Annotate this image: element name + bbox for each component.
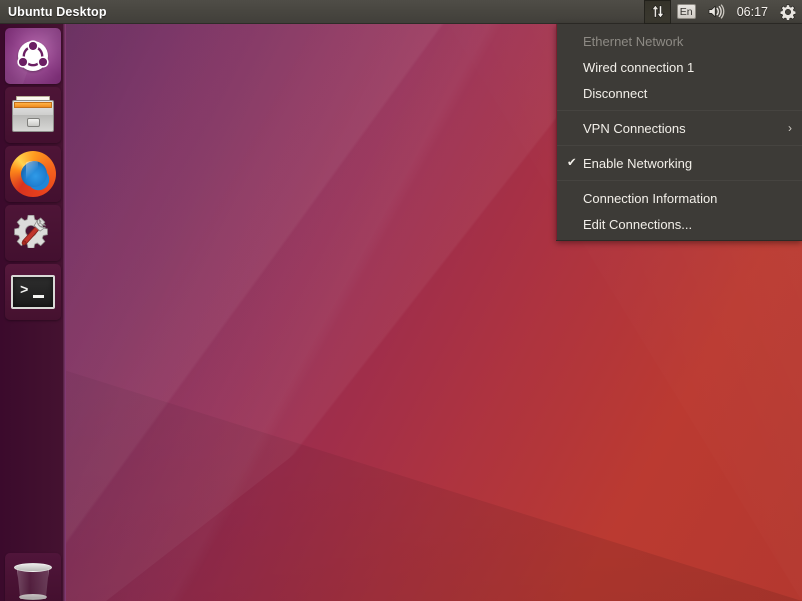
menu-separator <box>557 110 802 111</box>
wastebasket-icon <box>5 553 61 601</box>
terminal-cursor <box>33 295 44 298</box>
gear-cog-icon <box>780 4 796 20</box>
menu-item-label: Disconnect <box>583 85 648 101</box>
volume-indicator-button[interactable] <box>702 0 731 24</box>
menu-item-enable-networking[interactable]: Enable Networking <box>557 150 802 176</box>
settings-wrench <box>21 219 47 246</box>
menu-item-label: Enable Networking <box>583 155 693 171</box>
chevron-right-icon: › <box>788 121 792 135</box>
volume-speaker-icon <box>708 4 725 19</box>
session-indicator-button[interactable] <box>774 0 802 24</box>
clock-label: 06:17 <box>736 4 768 19</box>
menu-item-connection-information[interactable]: Connection Information <box>557 185 802 211</box>
menu-item-label: Edit Connections... <box>583 216 693 232</box>
ubuntu-circle-of-friends <box>18 41 48 71</box>
ubuntu-dot-top <box>29 42 37 50</box>
menu-section-ethernet-network: Ethernet Network <box>557 28 802 54</box>
keyboard-layout-label: En <box>676 4 696 19</box>
file-cabinet-icon <box>5 87 61 143</box>
menu-item-label: Ethernet Network <box>583 33 684 49</box>
menu-separator <box>557 180 802 181</box>
sidebar-item-files[interactable] <box>5 87 61 143</box>
sidebar-item-ubuntu-dash[interactable] <box>5 28 61 84</box>
menu-item-label: VPN Connections <box>583 120 686 136</box>
sidebar-item-terminal[interactable]: > <box>5 264 61 320</box>
cabinet-orange-band <box>14 102 52 108</box>
menu-item-disconnect[interactable]: Disconnect <box>557 80 802 106</box>
ubuntu-dot-right <box>39 58 47 66</box>
network-indicator-button[interactable] <box>643 0 671 24</box>
ubuntu-dot-left <box>19 58 27 66</box>
menu-item-wired-connection-1[interactable]: Wired connection 1 <box>557 54 802 80</box>
sidebar-item-trash[interactable] <box>5 553 61 601</box>
page-title: Ubuntu Desktop <box>8 4 107 19</box>
network-wired-updown-icon <box>651 4 665 19</box>
gear-wrench-icon <box>5 205 61 261</box>
sidebar-item-system-settings[interactable] <box>5 205 61 261</box>
trash-can-lid <box>14 563 52 572</box>
keyboard-layout-indicator[interactable]: En <box>671 0 702 24</box>
menu-item-edit-connections[interactable]: Edit Connections... <box>557 211 802 237</box>
menu-item-label: Wired connection 1 <box>583 59 695 75</box>
cabinet-handle <box>26 118 40 127</box>
unity-launcher: > <box>0 24 66 601</box>
menu-item-vpn-connections[interactable]: VPN Connections › <box>557 115 802 141</box>
firefox-icon <box>5 146 61 202</box>
terminal-screen: > <box>11 275 55 309</box>
trash-can-base <box>19 594 47 600</box>
menu-item-label: Connection Information <box>583 190 718 206</box>
terminal-prompt-icon: > <box>5 264 61 320</box>
top-panel: Ubuntu Desktop En 06:17 <box>0 0 802 24</box>
terminal-caret: > <box>20 283 29 299</box>
clock-indicator[interactable]: 06:17 <box>731 0 774 24</box>
ubuntu-logo-icon <box>5 28 61 84</box>
network-indicator-menu: Ethernet Network Wired connection 1 Disc… <box>556 24 802 241</box>
menu-separator <box>557 145 802 146</box>
sidebar-item-firefox[interactable] <box>5 146 61 202</box>
